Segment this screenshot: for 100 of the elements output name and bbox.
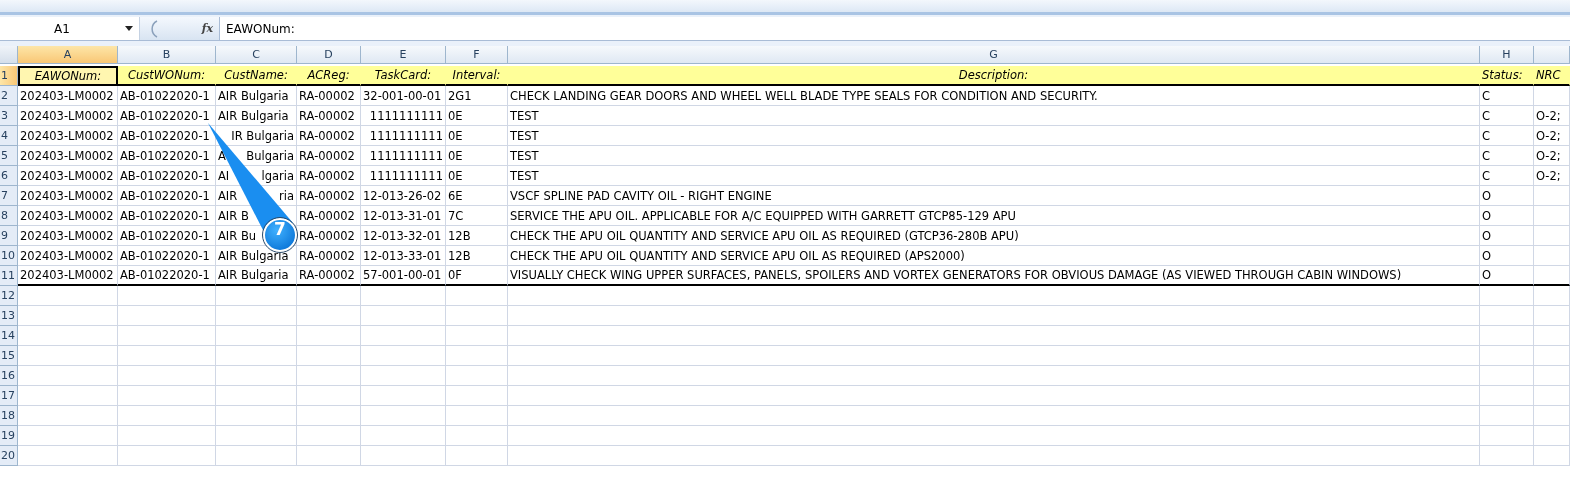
cell-text: lgaria bbox=[261, 168, 294, 183]
row-header[interactable]: 17 bbox=[0, 386, 18, 406]
table-cell: AIR Bulgaria bbox=[216, 246, 297, 266]
table-cell: C bbox=[1480, 86, 1534, 106]
table-cell: 1111111111 bbox=[361, 146, 446, 166]
table-cell: 202403-LM0002 bbox=[18, 166, 118, 186]
table-cell: 202403-LM0002 bbox=[18, 86, 118, 106]
table-cell: C bbox=[1480, 106, 1534, 126]
column-header[interactable]: G bbox=[508, 46, 1480, 64]
column-header[interactable] bbox=[1534, 46, 1570, 64]
table-cell: RA-00002 bbox=[297, 206, 361, 226]
table-cell: 12-013-32-01 bbox=[361, 226, 446, 246]
table-cell: AIR Bulgaria bbox=[216, 86, 297, 106]
cell-text: Bulgaria bbox=[246, 148, 294, 163]
table-cell: TEST bbox=[508, 106, 1480, 126]
column-header[interactable]: B bbox=[118, 46, 216, 64]
column-header[interactable]: D bbox=[297, 46, 361, 64]
cell-text: AI bbox=[218, 168, 230, 183]
table-cell: AB-01022020-1 bbox=[118, 186, 216, 206]
table-cell: 7C bbox=[446, 206, 508, 226]
table-cell: 12B bbox=[446, 226, 508, 246]
table-cell: RA-00002 bbox=[297, 126, 361, 146]
header-cell: Status: bbox=[1480, 66, 1534, 86]
table-cell: O-2; bbox=[1534, 126, 1570, 146]
row-header[interactable]: 6 bbox=[0, 166, 18, 186]
table-cell: TEST bbox=[508, 146, 1480, 166]
row-header[interactable]: 19 bbox=[0, 426, 18, 446]
cell-text: A bbox=[218, 148, 226, 163]
table-cell: TEST bbox=[508, 126, 1480, 146]
table-cell: RA-00002 bbox=[297, 106, 361, 126]
table-cell: 0E bbox=[446, 166, 508, 186]
table-cell: 12-013-33-01 bbox=[361, 246, 446, 266]
table-cell: AB-01022020-1 bbox=[118, 126, 216, 146]
insert-function-button[interactable]: fx bbox=[201, 22, 213, 35]
table-cell: AB-01022020-1 bbox=[118, 226, 216, 246]
column-header[interactable]: A bbox=[18, 46, 118, 64]
table-cell: O-2; bbox=[1534, 106, 1570, 126]
table-cell: O bbox=[1480, 226, 1534, 246]
table-cell: 202403-LM0002 bbox=[18, 266, 118, 286]
column-header[interactable]: E bbox=[361, 46, 446, 64]
row-header[interactable]: 1 bbox=[0, 66, 18, 86]
row-header[interactable]: 4 bbox=[0, 126, 18, 146]
row-header[interactable]: 16 bbox=[0, 366, 18, 386]
row-header[interactable]: 18 bbox=[0, 406, 18, 426]
header-cell: CustWONum: bbox=[118, 66, 216, 86]
row-header[interactable]: 9 bbox=[0, 226, 18, 246]
select-all-button[interactable] bbox=[0, 46, 18, 64]
row-header[interactable]: 12 bbox=[0, 286, 18, 306]
column-header[interactable]: H bbox=[1480, 46, 1534, 64]
row-header[interactable]: 20 bbox=[0, 446, 18, 466]
table-cell: 32-001-00-01 bbox=[361, 86, 446, 106]
row-header[interactable]: 2 bbox=[0, 86, 18, 106]
row-header[interactable]: 3 bbox=[0, 106, 18, 126]
formula-field[interactable]: EAWONum: bbox=[220, 17, 1570, 40]
table-cell: 0E bbox=[446, 106, 508, 126]
table-cell: AB-01022020-1 bbox=[118, 86, 216, 106]
table-cell: AB-01022020-1 bbox=[118, 246, 216, 266]
header-cell: ACReg: bbox=[297, 66, 361, 86]
table-cell: RA-00002 bbox=[297, 246, 361, 266]
row-header[interactable]: 13 bbox=[0, 306, 18, 326]
table-cell: RA-00002 bbox=[297, 226, 361, 246]
table-cell: 12-013-31-01 bbox=[361, 206, 446, 226]
cell-text: AIR bbox=[218, 188, 238, 203]
table-cell: 2G1 bbox=[446, 86, 508, 106]
table-cell: 12-013-26-02 bbox=[361, 186, 446, 206]
cell-text: IR Bulgaria bbox=[231, 128, 294, 143]
table-cell: C bbox=[1480, 126, 1534, 146]
table-cell: O bbox=[1480, 206, 1534, 226]
table-cell: RA-00002 bbox=[297, 266, 361, 286]
dropdown-arrow-icon[interactable] bbox=[125, 26, 133, 31]
cell-text: AIR B bbox=[218, 208, 249, 223]
table-cell: VISUALLY CHECK WING UPPER SURFACES, PANELS, SPOILERS AND VORTEX GENERATORS FOR OBVIOUS DAMAGE (AS VIEWED THROUGH CABIN WINDOWS) bbox=[508, 266, 1480, 286]
table-cell: AIR Bulgaria bbox=[216, 106, 297, 126]
column-header[interactable]: C bbox=[216, 46, 297, 64]
row-header[interactable]: 7 bbox=[0, 186, 18, 206]
table-cell: 1111111111 bbox=[361, 166, 446, 186]
table-cell: AIR Bulgaria bbox=[216, 266, 297, 286]
row-header[interactable]: 5 bbox=[0, 146, 18, 166]
row-header[interactable]: 8 bbox=[0, 206, 18, 226]
callout-number: 7 bbox=[273, 219, 287, 239]
table-cell: 6E bbox=[446, 186, 508, 206]
row-header[interactable]: 15 bbox=[0, 346, 18, 366]
table-cell: 57-001-00-01 bbox=[361, 266, 446, 286]
header-cell: CustName: bbox=[216, 66, 297, 86]
table-cell: O bbox=[1480, 186, 1534, 206]
column-header[interactable]: F bbox=[446, 46, 508, 64]
table-cell: AB-01022020-1 bbox=[118, 266, 216, 286]
table-cell: RA-00002 bbox=[297, 146, 361, 166]
table-cell: RA-00002 bbox=[297, 186, 361, 206]
table-cell: 202403-LM0002 bbox=[18, 226, 118, 246]
table-cell: AB-01022020-1 bbox=[118, 106, 216, 126]
row-header[interactable]: 10 bbox=[0, 246, 18, 266]
table-cell: 202403-LM0002 bbox=[18, 206, 118, 226]
table-cell: C bbox=[1480, 166, 1534, 186]
table-cell: CHECK THE APU OIL QUANTITY AND SERVICE APU OIL AS REQUIRED (GTCP36-280B APU) bbox=[508, 226, 1480, 246]
table-cell: 0E bbox=[446, 126, 508, 146]
table-cell: O bbox=[1480, 246, 1534, 266]
cell-text: ria bbox=[279, 188, 294, 203]
row-header[interactable]: 14 bbox=[0, 326, 18, 346]
row-header[interactable]: 11 bbox=[0, 266, 18, 286]
